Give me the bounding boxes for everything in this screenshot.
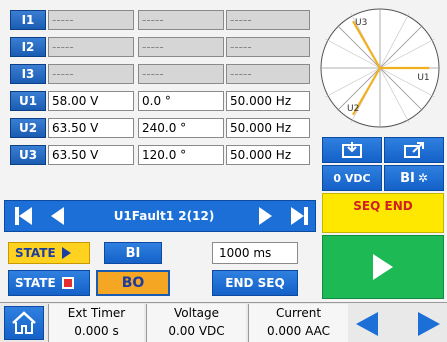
binary-output-button[interactable]: BO bbox=[96, 270, 170, 296]
next-state-button[interactable] bbox=[250, 204, 280, 228]
scroll-left-button[interactable] bbox=[356, 312, 378, 336]
voltage-label: Voltage bbox=[173, 306, 219, 320]
run-button[interactable] bbox=[322, 235, 444, 299]
magnitude-cell-u2[interactable]: 63.50 V bbox=[48, 118, 134, 138]
current-value: 0.000 AAC bbox=[266, 324, 331, 338]
import-icon bbox=[342, 142, 362, 158]
end-seq-button[interactable]: END SEQ bbox=[212, 270, 298, 296]
binary-input-settings-button[interactable]: BI ✲ bbox=[384, 165, 444, 191]
state-play-icon bbox=[61, 247, 71, 259]
dc-output-button[interactable]: 0 VDC bbox=[322, 165, 382, 191]
state-stop-button[interactable]: STATE bbox=[8, 270, 90, 296]
last-state-button[interactable] bbox=[284, 204, 314, 228]
export-icon bbox=[404, 142, 424, 158]
angle-cell-u1[interactable]: 0.0 ° bbox=[138, 91, 224, 111]
channel-label-u2[interactable]: U2 bbox=[10, 118, 46, 138]
play-icon bbox=[373, 254, 393, 280]
channel-label-u3[interactable]: U3 bbox=[10, 145, 46, 165]
magnitude-cell-i3: ----- bbox=[48, 64, 134, 84]
magnitude-cell-u3[interactable]: 63.50 V bbox=[48, 145, 134, 165]
previous-icon bbox=[50, 207, 64, 225]
current-label: Current bbox=[275, 306, 322, 320]
channel-label-i1[interactable]: I1 bbox=[10, 10, 46, 30]
magnitude-cell-u1[interactable]: 58.00 V bbox=[48, 91, 134, 111]
seq-end-indicator: SEQ END bbox=[322, 193, 444, 233]
scroll-right-button[interactable] bbox=[418, 312, 440, 336]
voltage-value: 0.00 VDC bbox=[168, 324, 225, 338]
angle-cell-u2[interactable]: 240.0 ° bbox=[138, 118, 224, 138]
voltage-display: Voltage 0.00 VDC bbox=[146, 304, 246, 342]
channel-label-u1[interactable]: U1 bbox=[10, 91, 46, 111]
stop-icon bbox=[61, 277, 74, 289]
frequency-cell-u3[interactable]: 50.000 Hz bbox=[226, 145, 310, 165]
last-bar-icon bbox=[303, 207, 308, 225]
ext-timer-label: Ext Timer bbox=[67, 306, 126, 320]
trigger-bi-button[interactable]: BI bbox=[104, 242, 162, 264]
state-run-label: STATE bbox=[15, 246, 56, 260]
export-button[interactable] bbox=[384, 137, 444, 163]
angle-cell-i1: ----- bbox=[138, 10, 224, 30]
angle-cell-u3[interactable]: 120.0 ° bbox=[138, 145, 224, 165]
binary-input-label: BI bbox=[400, 170, 415, 186]
state-run-button[interactable]: STATE bbox=[8, 242, 90, 264]
next-icon bbox=[258, 207, 272, 225]
vector-label-u3: U3 bbox=[355, 18, 367, 28]
channel-label-i3[interactable]: I3 bbox=[10, 64, 46, 84]
vector-label-u2: U2 bbox=[347, 104, 359, 114]
last-arrow-icon bbox=[290, 207, 304, 225]
ext-timer-value: 0.000 s bbox=[74, 324, 119, 338]
previous-state-button[interactable] bbox=[42, 204, 72, 228]
home-button[interactable] bbox=[4, 306, 44, 340]
gear-icon: ✲ bbox=[417, 171, 428, 185]
frequency-cell-i3: ----- bbox=[226, 64, 310, 84]
frequency-cell-i1: ----- bbox=[226, 10, 310, 30]
state-time-input[interactable]: 1000 ms bbox=[212, 242, 298, 264]
frequency-cell-u1[interactable]: 50.000 Hz bbox=[226, 91, 310, 111]
import-button[interactable] bbox=[322, 137, 382, 163]
state-stop-label: STATE bbox=[15, 276, 56, 290]
magnitude-cell-i1: ----- bbox=[48, 10, 134, 30]
home-icon bbox=[12, 311, 36, 334]
angle-cell-i3: ----- bbox=[138, 64, 224, 84]
frequency-cell-i2: ----- bbox=[226, 37, 310, 57]
current-display: Current 0.000 AAC bbox=[248, 304, 348, 342]
magnitude-cell-i2: ----- bbox=[48, 37, 134, 57]
state-name-label: U1Fault1 2(12) bbox=[113, 209, 215, 223]
first-arrow-icon bbox=[18, 207, 32, 225]
vector-diagram[interactable]: U1 U2 U3 bbox=[318, 6, 442, 130]
angle-cell-i2: ----- bbox=[138, 37, 224, 57]
channel-label-i2[interactable]: I2 bbox=[10, 37, 46, 57]
vector-label-u1: U1 bbox=[417, 73, 429, 83]
frequency-cell-u2[interactable]: 50.000 Hz bbox=[226, 118, 310, 138]
first-state-button[interactable] bbox=[8, 204, 38, 228]
ext-timer-display: Ext Timer 0.000 s bbox=[48, 304, 144, 342]
